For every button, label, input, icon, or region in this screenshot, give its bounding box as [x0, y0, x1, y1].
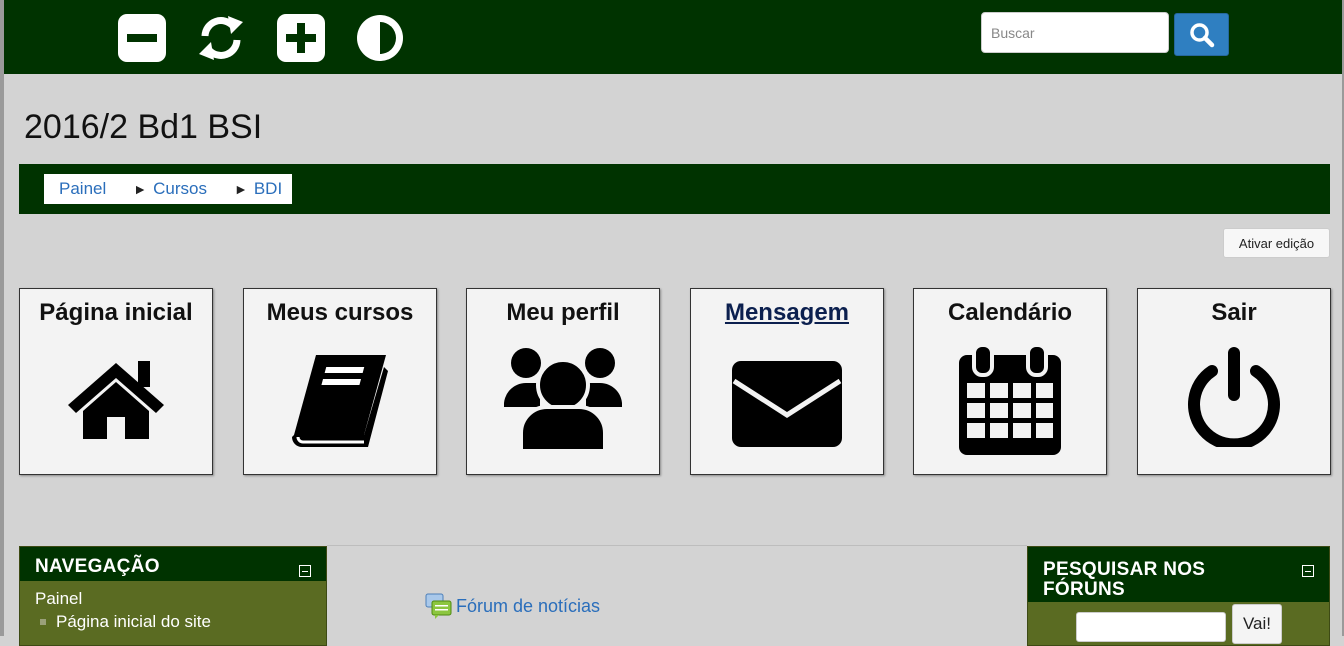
forum-search-go-button[interactable]: Vai! [1232, 604, 1282, 644]
envelope-icon [732, 361, 842, 447]
breadcrumb-separator: ► [133, 181, 148, 197]
navigation-block: NAVEGAÇÃO Painel Página inicial do site [19, 546, 327, 646]
breadcrumb-item-cursos[interactable]: Cursos [153, 179, 207, 199]
power-icon [1188, 347, 1280, 447]
breadcrumb-bar: Painel ► Cursos ► BDI [19, 164, 1330, 214]
forum-search-input[interactable] [1076, 612, 1226, 642]
collapse-icon[interactable] [299, 565, 311, 577]
tile-my-courses[interactable]: Meus cursos [243, 288, 437, 475]
contrast-icon [357, 15, 403, 61]
tile-home[interactable]: Página inicial [19, 288, 213, 475]
tile-home-label: Página inicial [39, 299, 193, 326]
page-title: 2016/2 Bd1 BSI [24, 108, 263, 146]
tile-calendar-label: Calendário [947, 299, 1073, 326]
increase-font-button[interactable] [277, 14, 325, 62]
tile-logout[interactable]: Sair [1137, 288, 1331, 475]
tile-message-label: Mensagem [724, 299, 850, 326]
forum-news-label: Fórum de notícias [456, 595, 601, 616]
nav-item-painel[interactable]: Painel [35, 589, 82, 609]
collapse-icon[interactable] [1302, 565, 1314, 577]
forum-search-block-header: PESQUISAR NOS FÓRUNS [1028, 547, 1329, 602]
breadcrumb-item-bdi[interactable]: BDI [254, 179, 282, 199]
search-icon [1189, 22, 1214, 47]
tile-calendar[interactable]: Calendário [913, 288, 1107, 475]
forum-news-link[interactable]: Fórum de notícias [425, 593, 600, 619]
reset-icon [199, 16, 243, 60]
users-icon [504, 348, 622, 451]
bullet-icon [40, 619, 46, 625]
decrease-font-icon [118, 14, 166, 62]
home-icon [68, 361, 164, 439]
content-divider [327, 545, 1027, 546]
forum-search-block-title: PESQUISAR NOS FÓRUNS [1043, 559, 1206, 600]
enable-edit-button[interactable]: Ativar edição [1223, 228, 1330, 258]
tile-my-profile[interactable]: Meu perfil [466, 288, 660, 475]
navigation-block-title: NAVEGAÇÃO [35, 556, 160, 577]
contrast-button[interactable] [356, 14, 404, 62]
breadcrumb-item-painel[interactable]: Painel [59, 179, 106, 199]
increase-font-icon [277, 14, 325, 62]
window-frame-left [0, 0, 4, 636]
decrease-font-button[interactable] [118, 14, 166, 62]
search-input[interactable] [981, 12, 1169, 53]
top-bar [4, 0, 1342, 74]
forum-icon [425, 593, 452, 619]
tile-logout-label: Sair [1211, 299, 1257, 326]
book-icon [292, 355, 388, 447]
breadcrumb: Painel ► Cursos ► BDI [44, 174, 293, 204]
tile-message[interactable]: Mensagem [690, 288, 884, 475]
navigation-block-header: NAVEGAÇÃO [20, 547, 326, 581]
tile-my-courses-label: Meus cursos [266, 299, 414, 326]
tile-my-profile-label: Meu perfil [506, 299, 620, 326]
breadcrumb-separator: ► [233, 181, 248, 197]
nav-item-site-home[interactable]: Página inicial do site [56, 612, 211, 632]
search-button[interactable] [1174, 13, 1229, 56]
reset-button[interactable] [197, 14, 245, 62]
calendar-icon [959, 345, 1061, 455]
